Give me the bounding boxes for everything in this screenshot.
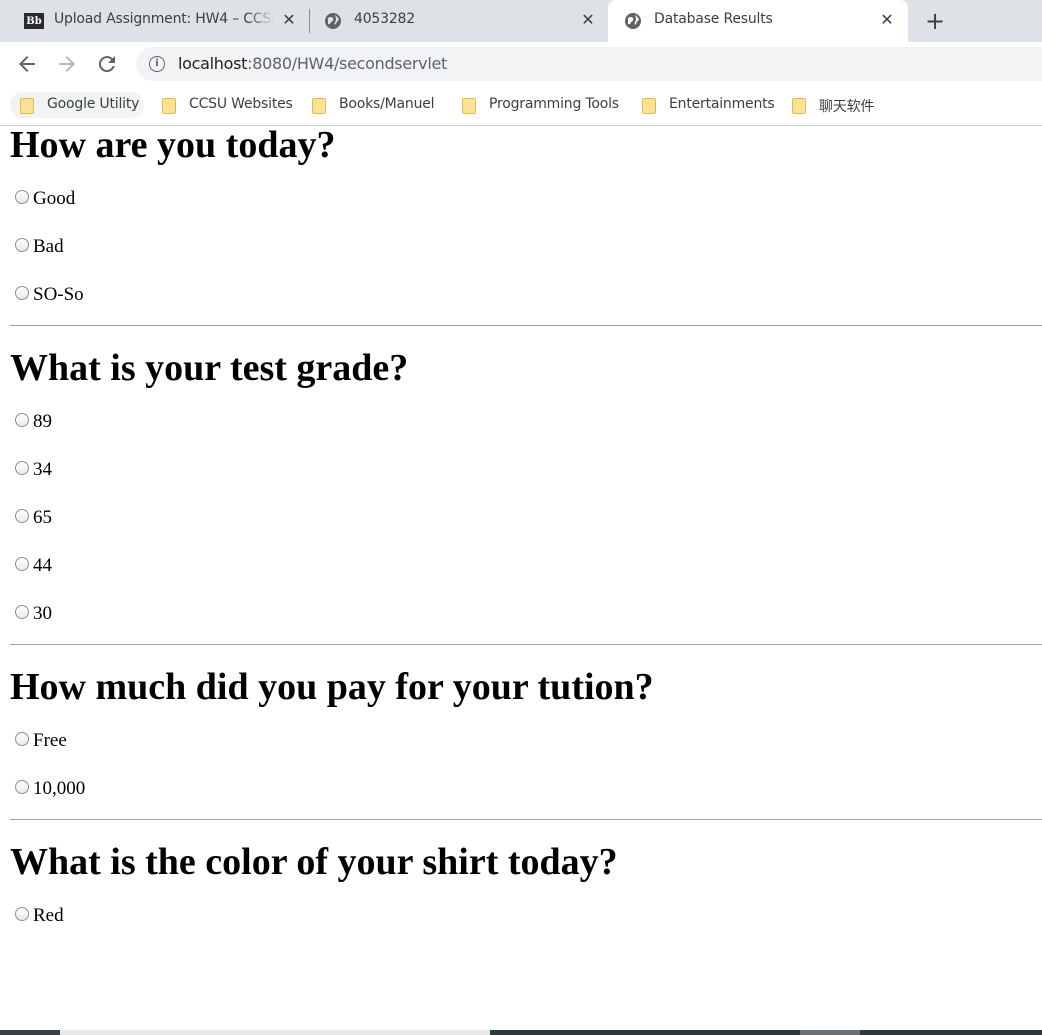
back-arrow-icon[interactable]	[15, 52, 39, 76]
radio-button[interactable]	[15, 509, 29, 523]
address-bar[interactable]: i localhost:8080/HW4/secondservlet	[136, 47, 1042, 81]
survey-form: How are you today? Good Bad SO-So What i…	[10, 127, 1042, 940]
radio-button[interactable]	[15, 190, 29, 204]
divider	[10, 819, 1042, 820]
option-label: Good	[33, 188, 76, 209]
option-label: 10,000	[33, 778, 86, 799]
bookmark-label: 聊天软件	[819, 99, 875, 115]
option-free[interactable]: Free	[10, 717, 1042, 765]
folder-icon	[462, 98, 476, 114]
bookmark-google-utility[interactable]: Google Utility	[10, 92, 144, 118]
radio-button[interactable]	[15, 605, 29, 619]
info-icon[interactable]: i	[149, 56, 165, 72]
globe-icon	[324, 12, 342, 30]
blackboard-icon: Bb	[24, 13, 44, 29]
radio-button[interactable]	[15, 557, 29, 571]
close-icon[interactable]: ✕	[877, 10, 897, 30]
divider	[10, 644, 1042, 645]
bookmark-chat-software[interactable]: 聊天软件	[782, 92, 892, 118]
taskbar-segment	[0, 1030, 60, 1035]
radio-button[interactable]	[15, 732, 29, 746]
option-65[interactable]: 65	[10, 494, 1042, 542]
bookmark-label: Entertainments	[669, 96, 775, 112]
option-label: 30	[33, 603, 52, 624]
question-title: How are you today?	[10, 127, 336, 166]
option-label: Free	[33, 730, 67, 751]
divider	[10, 325, 1042, 326]
bookmark-programming-tools[interactable]: Programming Tools	[452, 92, 630, 118]
bookmark-label: Google Utility	[47, 96, 140, 112]
page-content: How are you today? Good Bad SO-So What i…	[0, 127, 1042, 1030]
option-label: SO-So	[33, 284, 84, 305]
option-30[interactable]: 30	[10, 590, 1042, 638]
url-text[interactable]: localhost:8080/HW4/secondservlet	[178, 54, 447, 73]
option-label: Bad	[33, 236, 64, 257]
tab-4053282[interactable]: 4053282 ✕	[308, 0, 608, 42]
bookmark-books-manuel[interactable]: Books/Manuel	[302, 92, 444, 118]
option-good[interactable]: Good	[10, 175, 1042, 223]
taskbar-segment	[800, 1030, 860, 1035]
bookmarks-bar: Google Utility CCSU Websites Books/Manue…	[0, 86, 1042, 126]
option-34[interactable]: 34	[10, 446, 1042, 494]
folder-icon	[20, 98, 34, 114]
radio-button[interactable]	[15, 238, 29, 252]
new-tab-button[interactable]: +	[922, 8, 948, 34]
bookmark-label: Programming Tools	[489, 96, 619, 112]
option-label: 34	[33, 459, 52, 480]
radio-button[interactable]	[15, 461, 29, 475]
bookmark-label: Books/Manuel	[339, 96, 435, 112]
taskbar-segment	[860, 1030, 1042, 1035]
tab-title: 4053282	[354, 11, 415, 27]
folder-icon	[792, 98, 806, 114]
option-label: 44	[33, 555, 52, 576]
radio-button[interactable]	[15, 286, 29, 300]
option-label: Red	[33, 905, 64, 926]
browser-toolbar: i localhost:8080/HW4/secondservlet	[0, 42, 1042, 86]
url-path: :8080/HW4/secondservlet	[247, 54, 447, 73]
reload-icon[interactable]	[95, 52, 119, 76]
radio-button[interactable]	[15, 780, 29, 794]
folder-icon	[642, 98, 656, 114]
folder-icon	[312, 98, 326, 114]
folder-icon	[162, 98, 176, 114]
close-icon[interactable]: ✕	[578, 10, 598, 30]
option-label: 89	[33, 411, 52, 432]
option-label: 65	[33, 507, 52, 528]
close-icon[interactable]: ✕	[279, 10, 299, 30]
option-red[interactable]: Red	[10, 892, 1042, 940]
globe-icon	[624, 12, 642, 30]
option-89[interactable]: 89	[10, 398, 1042, 446]
question-title: How much did you pay for your tution?	[10, 666, 654, 708]
question-title: What is the color of your shirt today?	[10, 841, 618, 883]
option-10000[interactable]: 10,000	[10, 765, 1042, 813]
radio-button[interactable]	[15, 907, 29, 921]
taskbar-strip	[0, 1030, 1042, 1035]
tab-title: Database Results	[654, 11, 773, 27]
tab-upload-assignment[interactable]: Bb Upload Assignment: HW4 – CCSU ✕	[8, 0, 308, 42]
bookmark-ccsu-websites[interactable]: CCSU Websites	[152, 92, 297, 118]
radio-button[interactable]	[15, 413, 29, 427]
bookmark-entertainments[interactable]: Entertainments	[632, 92, 780, 118]
taskbar-segment	[490, 1030, 800, 1035]
tab-database-results[interactable]: Database Results ✕	[608, 0, 908, 42]
tab-title: Upload Assignment: HW4 – CCSU	[54, 11, 274, 27]
url-host: localhost	[178, 54, 248, 73]
question-title: What is your test grade?	[10, 347, 409, 389]
option-so-so[interactable]: SO-So	[10, 271, 1042, 319]
tab-strip: Bb Upload Assignment: HW4 – CCSU ✕ 40532…	[0, 0, 1042, 42]
option-44[interactable]: 44	[10, 542, 1042, 590]
forward-arrow-icon[interactable]	[55, 52, 79, 76]
option-bad[interactable]: Bad	[10, 223, 1042, 271]
bookmark-label: CCSU Websites	[189, 96, 293, 112]
